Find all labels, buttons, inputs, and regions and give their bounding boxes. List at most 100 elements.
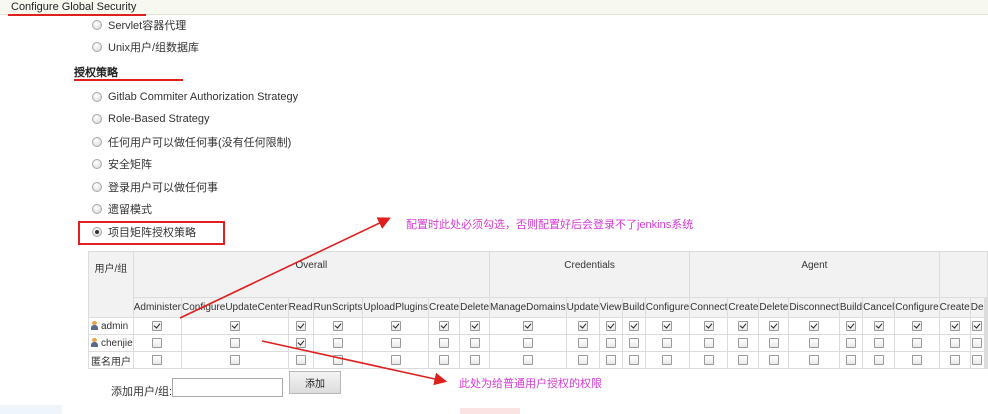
radio-icon[interactable] bbox=[92, 159, 102, 169]
permission-cell bbox=[985, 351, 988, 369]
permission-cell bbox=[312, 334, 364, 352]
permission-checkbox[interactable] bbox=[972, 337, 983, 348]
permission-checkbox[interactable] bbox=[577, 337, 588, 348]
permission-cell bbox=[621, 351, 646, 369]
permission-checkbox[interactable] bbox=[768, 354, 779, 365]
top-bar: Configure Global Security bbox=[0, 0, 988, 15]
permission-checkbox[interactable] bbox=[522, 354, 533, 365]
permission-checkbox-checked[interactable] bbox=[390, 320, 401, 331]
radio-label: Role-Based Strategy bbox=[108, 113, 210, 125]
permission-checkbox[interactable] bbox=[522, 337, 533, 348]
permission-checkbox[interactable] bbox=[809, 337, 820, 348]
permission-checkbox[interactable] bbox=[605, 354, 616, 365]
permission-checkbox[interactable] bbox=[873, 354, 884, 365]
radio-icon[interactable] bbox=[92, 114, 102, 124]
permission-cell bbox=[788, 351, 840, 369]
permission-header: Delete bbox=[459, 297, 491, 318]
permission-checkbox[interactable] bbox=[295, 354, 306, 365]
permission-checkbox[interactable] bbox=[332, 337, 343, 348]
radio-legacy-mode[interactable]: 遗留模式 bbox=[92, 201, 152, 217]
permission-header: Create bbox=[938, 297, 971, 318]
permission-checkbox[interactable] bbox=[469, 354, 480, 365]
permission-checkbox[interactable] bbox=[738, 337, 749, 348]
permission-checkbox-checked[interactable] bbox=[522, 320, 533, 331]
permission-checkbox[interactable] bbox=[152, 337, 163, 348]
radio-icon[interactable] bbox=[92, 137, 102, 147]
permission-checkbox[interactable] bbox=[390, 337, 401, 348]
permission-checkbox-checked[interactable] bbox=[845, 320, 856, 331]
radio-icon[interactable] bbox=[92, 182, 102, 192]
permission-checkbox[interactable] bbox=[809, 354, 820, 365]
permission-checkbox[interactable] bbox=[845, 337, 856, 348]
permission-checkbox-checked[interactable] bbox=[332, 320, 343, 331]
permission-checkbox[interactable] bbox=[738, 354, 749, 365]
permission-header: Configure bbox=[644, 297, 691, 318]
permission-checkbox-checked[interactable] bbox=[628, 320, 639, 331]
permission-checkbox[interactable] bbox=[949, 354, 960, 365]
permission-checkbox[interactable] bbox=[577, 354, 588, 365]
permission-header: Delete bbox=[758, 297, 790, 318]
permission-cell bbox=[985, 334, 988, 352]
permission-checkbox[interactable] bbox=[845, 354, 856, 365]
permission-checkbox-checked[interactable] bbox=[469, 320, 480, 331]
permission-cell bbox=[287, 334, 314, 352]
footer-fragment bbox=[460, 408, 520, 414]
permission-checkbox[interactable] bbox=[703, 354, 714, 365]
permission-checkbox[interactable] bbox=[605, 337, 616, 348]
permission-checkbox-checked[interactable] bbox=[703, 320, 714, 331]
permission-checkbox[interactable] bbox=[439, 354, 449, 365]
permission-checkbox[interactable] bbox=[972, 354, 983, 365]
permission-checkbox[interactable] bbox=[439, 337, 449, 348]
permission-checkbox[interactable] bbox=[873, 337, 884, 348]
permission-checkbox-checked[interactable] bbox=[972, 320, 983, 331]
permission-checkbox[interactable] bbox=[949, 337, 960, 348]
permission-cell bbox=[644, 334, 691, 352]
table-row: 匿名用户 bbox=[88, 351, 988, 369]
add-user-input[interactable] bbox=[172, 378, 283, 397]
permission-cell bbox=[862, 351, 896, 369]
permission-checkbox[interactable] bbox=[662, 354, 673, 365]
permission-checkbox[interactable] bbox=[911, 354, 922, 365]
permission-checkbox[interactable] bbox=[229, 337, 240, 348]
permission-checkbox[interactable] bbox=[768, 337, 779, 348]
permission-checkbox[interactable] bbox=[628, 354, 639, 365]
radio-servlet-container[interactable]: Servlet容器代理 bbox=[92, 17, 186, 33]
permission-checkbox-checked[interactable] bbox=[439, 320, 449, 331]
permission-checkbox-checked[interactable] bbox=[911, 320, 922, 331]
permission-checkbox-checked[interactable] bbox=[873, 320, 884, 331]
permission-checkbox-checked[interactable] bbox=[295, 337, 306, 348]
radio-icon[interactable] bbox=[92, 42, 102, 52]
radio-role-based-strategy[interactable]: Role-Based Strategy bbox=[92, 111, 210, 127]
radio-anyone-anything[interactable]: 任何用户可以做任何事(没有任何限制) bbox=[92, 134, 291, 150]
radio-label: 遗留模式 bbox=[108, 204, 152, 216]
permission-checkbox[interactable] bbox=[703, 337, 714, 348]
radio-icon[interactable] bbox=[92, 20, 102, 30]
permission-checkbox[interactable] bbox=[152, 354, 163, 365]
permission-checkbox[interactable] bbox=[628, 337, 639, 348]
permission-checkbox[interactable] bbox=[332, 354, 343, 365]
radio-logged-in-anything[interactable]: 登录用户可以做任何事 bbox=[92, 179, 218, 195]
permission-checkbox-checked[interactable] bbox=[738, 320, 749, 331]
permission-checkbox-checked[interactable] bbox=[768, 320, 779, 331]
permission-checkbox[interactable] bbox=[662, 337, 673, 348]
permission-checkbox-checked[interactable] bbox=[662, 320, 673, 331]
permission-checkbox[interactable] bbox=[390, 354, 401, 365]
radio-security-matrix[interactable]: 安全矩阵 bbox=[92, 156, 152, 172]
permission-checkbox-checked[interactable] bbox=[577, 320, 588, 331]
permission-checkbox-checked[interactable] bbox=[152, 320, 163, 331]
permission-checkbox-checked[interactable] bbox=[229, 320, 240, 331]
radio-icon[interactable] bbox=[92, 92, 102, 102]
radio-label: 安全矩阵 bbox=[108, 159, 152, 171]
add-user-button[interactable]: 添加 bbox=[289, 371, 341, 394]
permission-checkbox-checked[interactable] bbox=[949, 320, 960, 331]
radio-gitlab-strategy[interactable]: Gitlab Commiter Authorization Strategy bbox=[92, 89, 298, 105]
permission-checkbox[interactable] bbox=[911, 337, 922, 348]
radio-unix-user-db[interactable]: Unix用户/组数据库 bbox=[92, 39, 199, 55]
permission-checkbox-checked[interactable] bbox=[809, 320, 820, 331]
permission-checkbox-checked[interactable] bbox=[605, 320, 616, 331]
permission-checkbox-checked[interactable] bbox=[295, 320, 306, 331]
radio-icon[interactable] bbox=[92, 204, 102, 214]
permission-checkbox[interactable] bbox=[229, 354, 240, 365]
group-header: Overall bbox=[132, 251, 491, 298]
permission-checkbox[interactable] bbox=[469, 337, 480, 348]
